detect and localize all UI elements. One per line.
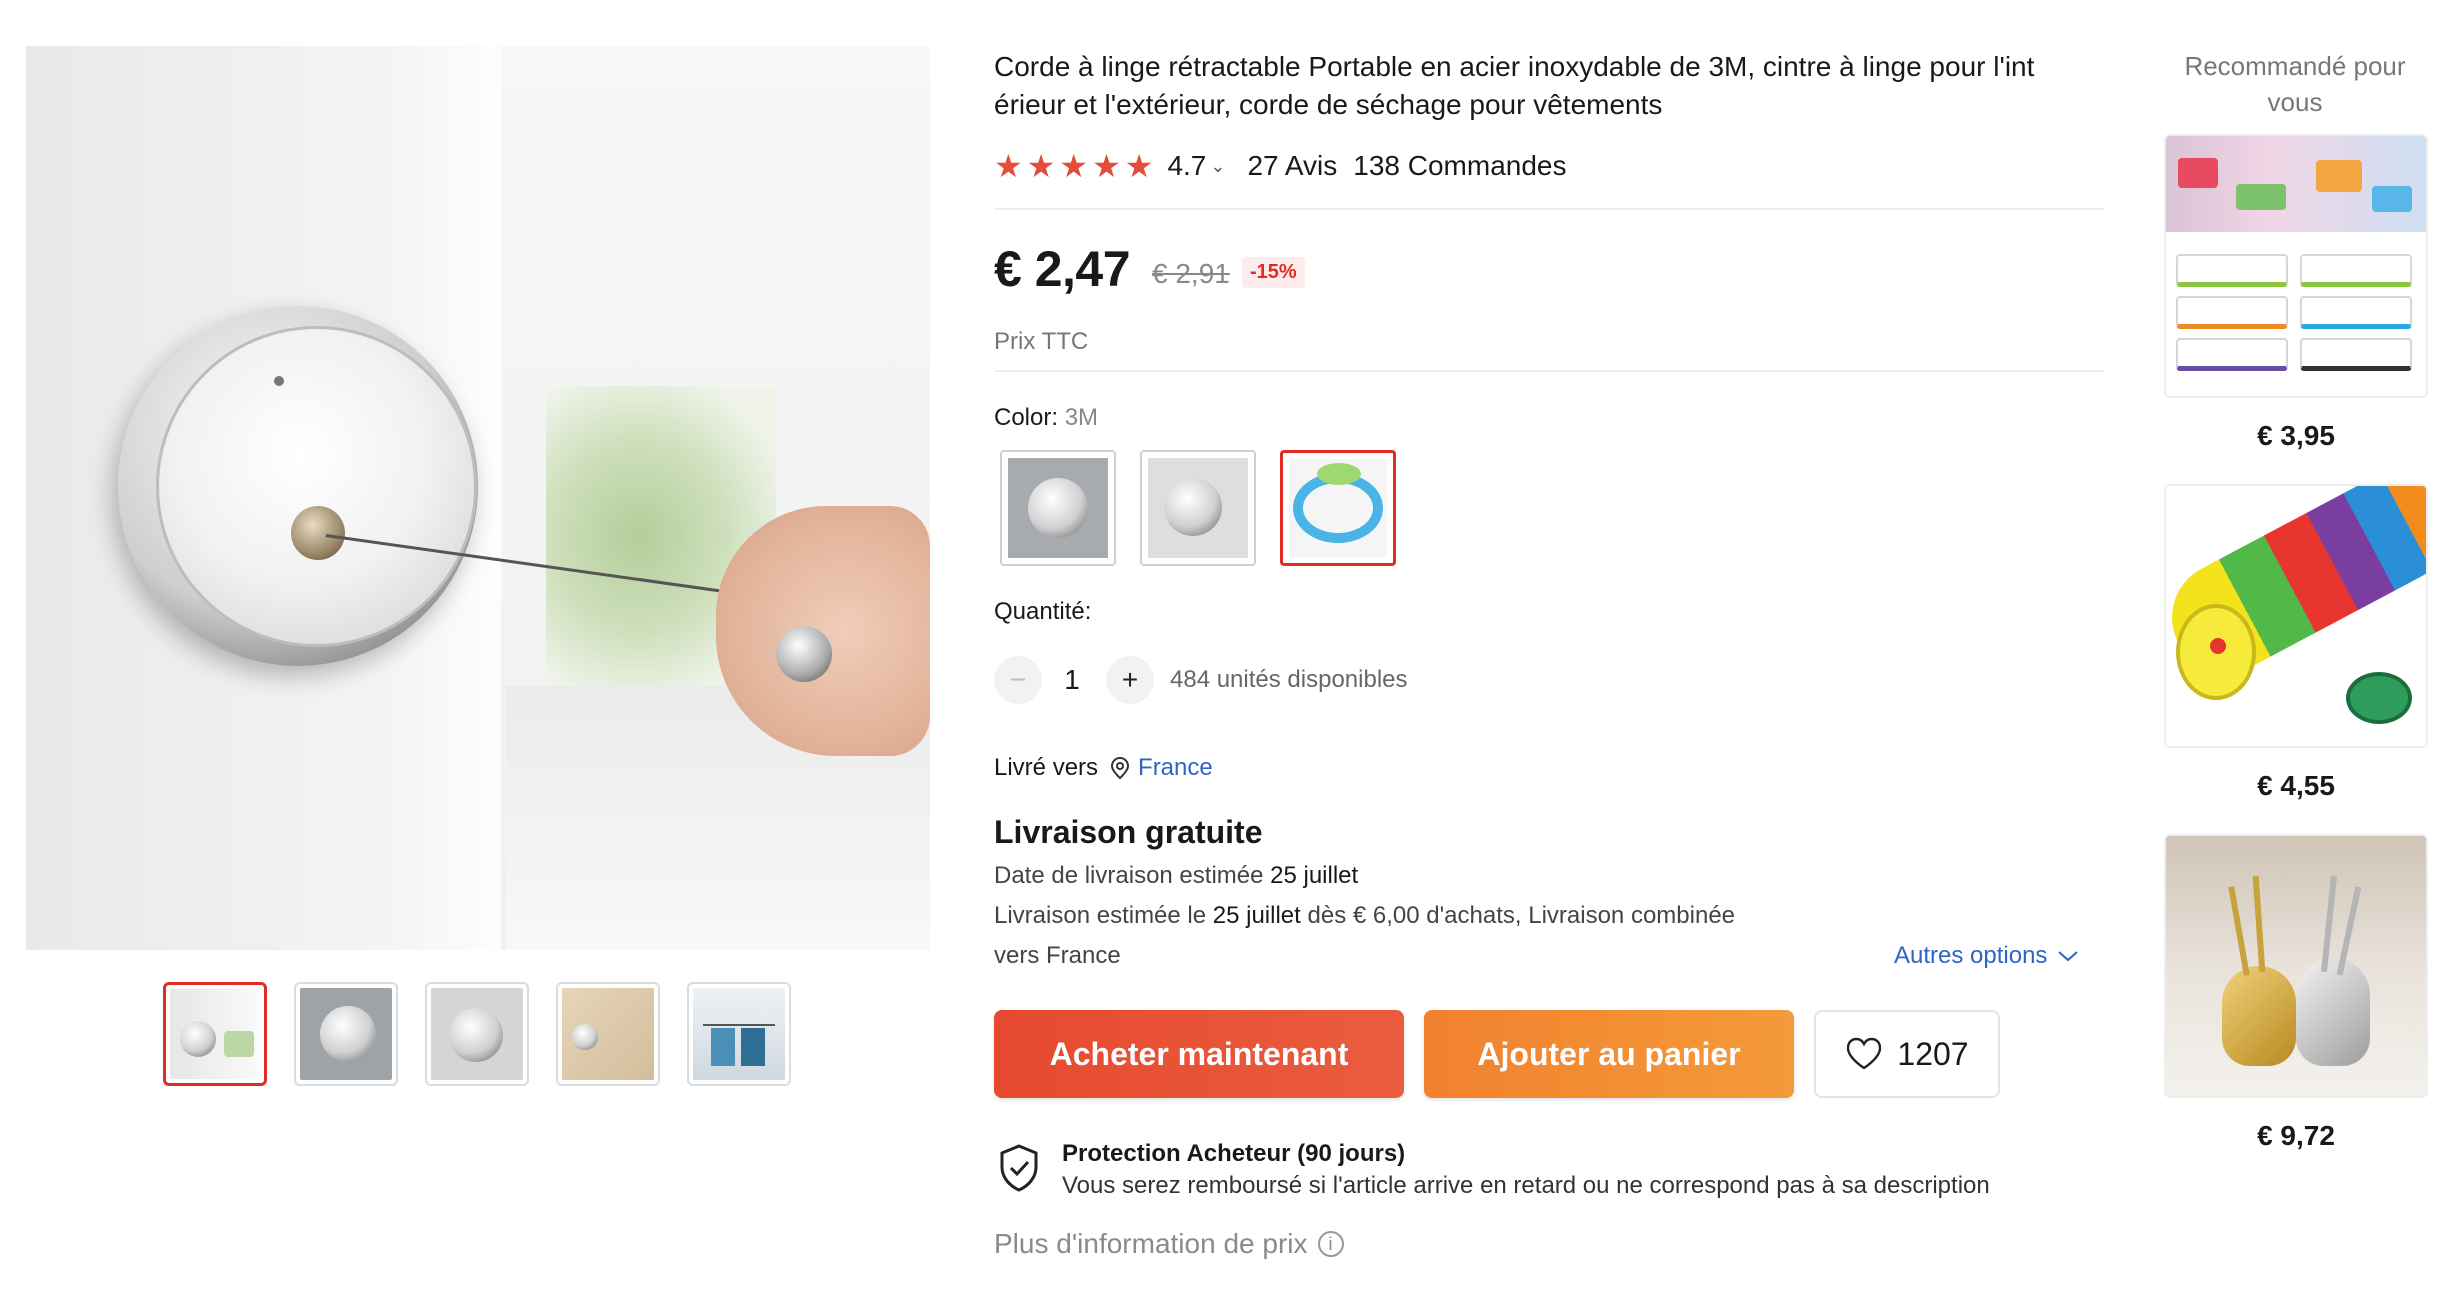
info-icon[interactable]: i (1317, 1231, 1344, 1257)
orders-count: 138 Commandes (1353, 150, 1567, 181)
wishlist-button[interactable]: 1207 (1814, 1010, 2000, 1098)
buy-now-button[interactable]: Acheter maintenant (994, 1010, 1404, 1098)
delivery-date-line: Date de livraison estimée 25 juillet (994, 858, 1358, 894)
delivery-date-prefix: Date de livraison estimée (994, 862, 1271, 889)
quantity-value[interactable]: 1 (1062, 664, 1082, 696)
ship-to-row: Livré vers France (994, 754, 1213, 782)
quantity-label: Quantité: (994, 598, 1092, 625)
main-product-image[interactable] (26, 46, 930, 950)
wishlist-count: 1207 (1897, 1035, 1969, 1072)
color-selected-value: 3M (1064, 404, 1099, 431)
star-icon: ★ (1092, 148, 1121, 184)
chevron-down-icon[interactable]: ⌄ (1210, 156, 1225, 177)
product-title-line-2: érieur et l'extérieur, corde de séchage … (994, 89, 1663, 120)
color-option-2[interactable] (1140, 450, 1256, 566)
cat-tunnel-image[interactable] (2164, 484, 2428, 748)
gallery-thumbnail-2[interactable] (294, 982, 398, 1086)
stock-available: 484 unités disponibles (1170, 666, 1408, 693)
product-title-line-1: Corde à linge rétractable Portable en ac… (994, 51, 2035, 82)
estimate-prefix: Livraison estimée le (994, 902, 1213, 929)
recommended-title: Recommandé pour vous (2160, 48, 2430, 120)
star-icon: ★ (1059, 148, 1089, 184)
recommended-price-2[interactable]: € 4,55 (2164, 770, 2428, 802)
quantity-decrease-button[interactable]: − (994, 656, 1042, 704)
divider (994, 208, 2104, 210)
delivery-estimate-line: Livraison estimée le 25 juillet dès € 6,… (994, 898, 1735, 934)
recommended-title-line-1: Recommandé pour (2184, 51, 2406, 81)
estimate-date: 25 juillet (1212, 902, 1301, 929)
heart-icon (1847, 1037, 1882, 1070)
cord-hook (776, 626, 832, 682)
product-title: Corde à linge rétractable Portable en ac… (994, 48, 2104, 124)
star-icon: ★ (1026, 148, 1056, 184)
add-to-cart-button[interactable]: Ajouter au panier (1424, 1010, 1794, 1098)
hand (716, 506, 930, 756)
swan-spoon-set-image[interactable] (2164, 834, 2428, 1098)
color-label-text: Color: (994, 404, 1065, 431)
screw (274, 376, 284, 386)
fridge-basket-image[interactable] (2164, 134, 2428, 398)
recommended-title-line-2: vous (2267, 87, 2323, 117)
delivery-estimate-line-2: vers France (994, 942, 1121, 969)
other-options-label[interactable]: Autres options (1894, 942, 2047, 970)
gallery-thumbnail-3[interactable] (425, 982, 529, 1086)
reel-knob (291, 506, 345, 560)
buyer-protection-description: Vous serez remboursé si l'article arrive… (1062, 1172, 1990, 1199)
other-shipping-options-link[interactable]: Autres options (1894, 942, 2079, 970)
estimate-suffix: dès € 6,00 d'achats, Livraison combinée (1300, 902, 1736, 929)
more-price-info-label[interactable]: Plus d'information de prix (994, 1228, 1308, 1260)
gallery-thumbnail-5[interactable] (687, 982, 791, 1086)
location-pin-icon (1111, 757, 1130, 779)
reviews-count[interactable]: 27 Avis (1247, 150, 1337, 182)
ship-to-country[interactable]: France (1138, 754, 1213, 782)
star-icon: ★ (1124, 148, 1154, 184)
discount-badge: -15% (1242, 257, 1305, 288)
divider (994, 370, 2104, 372)
current-price: € 2,47 (994, 241, 1131, 297)
gallery-thumbnail-1[interactable] (163, 982, 267, 1086)
color-label: Color: 3M (994, 404, 1098, 432)
recommended-price-3[interactable]: € 9,72 (2164, 1120, 2428, 1152)
buyer-protection-title: Protection Acheteur (90 jours) (1062, 1140, 1406, 1167)
rating-row: ★ ★ ★ ★ ★ 4.7 ⌄ 27 Avis 138 Commandes (994, 146, 1566, 186)
delivery-date: 25 juillet (1270, 862, 1359, 889)
reel-face (156, 326, 477, 647)
shield-check-icon (1000, 1144, 1038, 1192)
gallery-thumbnail-4[interactable] (556, 982, 660, 1086)
color-option-1[interactable] (1000, 450, 1116, 566)
chevron-down-icon (2058, 951, 2079, 962)
more-price-info[interactable]: Plus d'information de prix i (994, 1228, 1344, 1260)
ship-to-label: Livré vers (994, 754, 1099, 781)
original-price: € 2,91 (1152, 258, 1230, 289)
rating-value[interactable]: 4.7 (1167, 150, 1206, 182)
star-icon: ★ (994, 148, 1023, 184)
quantity-increase-button[interactable]: + (1106, 656, 1154, 704)
recommended-price-1[interactable]: € 3,95 (2164, 420, 2428, 452)
color-option-3[interactable] (1280, 450, 1396, 566)
free-shipping-title: Livraison gratuite (994, 814, 1263, 850)
price-note: Prix TTC (994, 328, 1089, 355)
